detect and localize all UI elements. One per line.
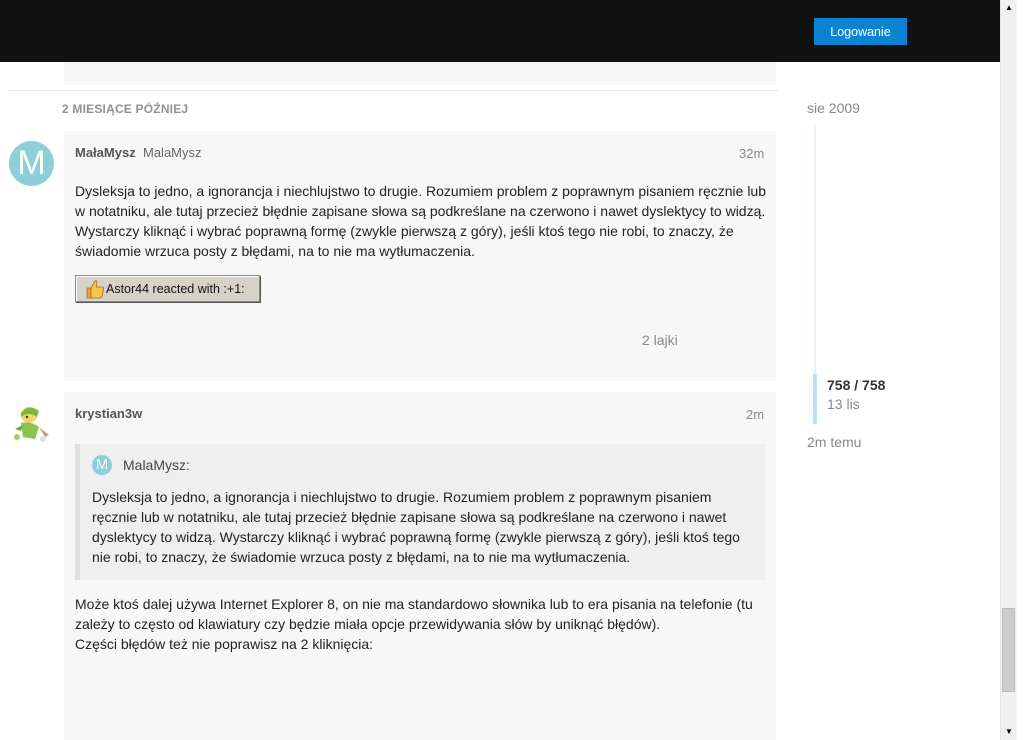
previous-post-tail [64, 62, 776, 85]
post-date[interactable]: 2m [746, 407, 764, 422]
post-date[interactable]: 32m [739, 146, 764, 161]
time-gap-label: 2 MIESIĄCE PÓŹNIEJ [62, 102, 189, 116]
post-body-line: Wystarczy kliknąć i wybrać poprawną form… [75, 223, 734, 239]
quote-body: Dysleksja to jedno, a ignorancja i niech… [92, 487, 752, 567]
scrollbar[interactable]: ▲ ▼ [1000, 0, 1017, 740]
site-header: Logowanie [0, 0, 1000, 62]
avatar[interactable]: M [9, 141, 54, 186]
timeline-current-date: 13 lis [827, 396, 860, 412]
thumbs-up-icon [86, 279, 104, 298]
scrollbar-thumb[interactable] [1002, 608, 1015, 692]
timeline-handle[interactable] [813, 374, 817, 424]
timeline-start-date[interactable]: sie 2009 [807, 100, 860, 116]
post-username[interactable]: MałaMysz [75, 145, 136, 160]
post-body-line: zależy to często od klawiatury czy będzi… [75, 616, 661, 632]
likes-count[interactable]: 2 lajki [642, 332, 678, 348]
post-body-line: świadomie wrzuca posty z błędami, na to … [75, 243, 475, 259]
reaction-button[interactable]: Astor44 reacted with :+1: [75, 275, 260, 302]
post-body: Może ktoś dalej używa Internet Explorer … [75, 594, 775, 654]
quote-author[interactable]: MalaMysz: [123, 457, 190, 473]
post-body: Dysleksja to jedno, a ignorancja i niech… [75, 181, 775, 261]
quote-line: ręcznie lub w notatniku, ale tutaj przec… [92, 509, 727, 525]
post-body-line: w notatniku, ale tutaj przecież błędnie … [75, 203, 766, 219]
quote-avatar: M [92, 455, 112, 475]
scroll-down-arrow-icon[interactable]: ▼ [1001, 724, 1017, 740]
timeline-end-date[interactable]: 2m temu [807, 434, 861, 450]
timeline-post-count: 758 / 758 [827, 377, 886, 393]
quote-block: M MalaMysz: Dysleksja to jedno, a ignora… [75, 444, 765, 580]
login-button[interactable]: Logowanie [814, 18, 907, 45]
quote-line: dyslektycy to widzą. Wystarczy kliknąć i… [92, 529, 740, 545]
reaction-label: Astor44 reacted with :+1: [106, 281, 245, 296]
post-body-line: Może ktoś dalej używa Internet Explorer … [75, 596, 753, 612]
quote-line: nie robi, to znaczy, że świadomie wrzuca… [92, 549, 631, 565]
avatar[interactable] [9, 401, 54, 446]
divider [8, 90, 778, 91]
scroll-up-arrow-icon[interactable]: ▲ [1001, 0, 1017, 16]
post-body-line: Dysleksja to jedno, a ignorancja i niech… [75, 183, 766, 199]
quote-line: Dysleksja to jedno, a ignorancja i niech… [92, 489, 712, 505]
post-username[interactable]: krystian3w [75, 406, 142, 421]
post-full-name: MalaMysz [143, 145, 202, 160]
post-body-line: Części błędów też nie poprawisz na 2 kli… [75, 636, 374, 652]
